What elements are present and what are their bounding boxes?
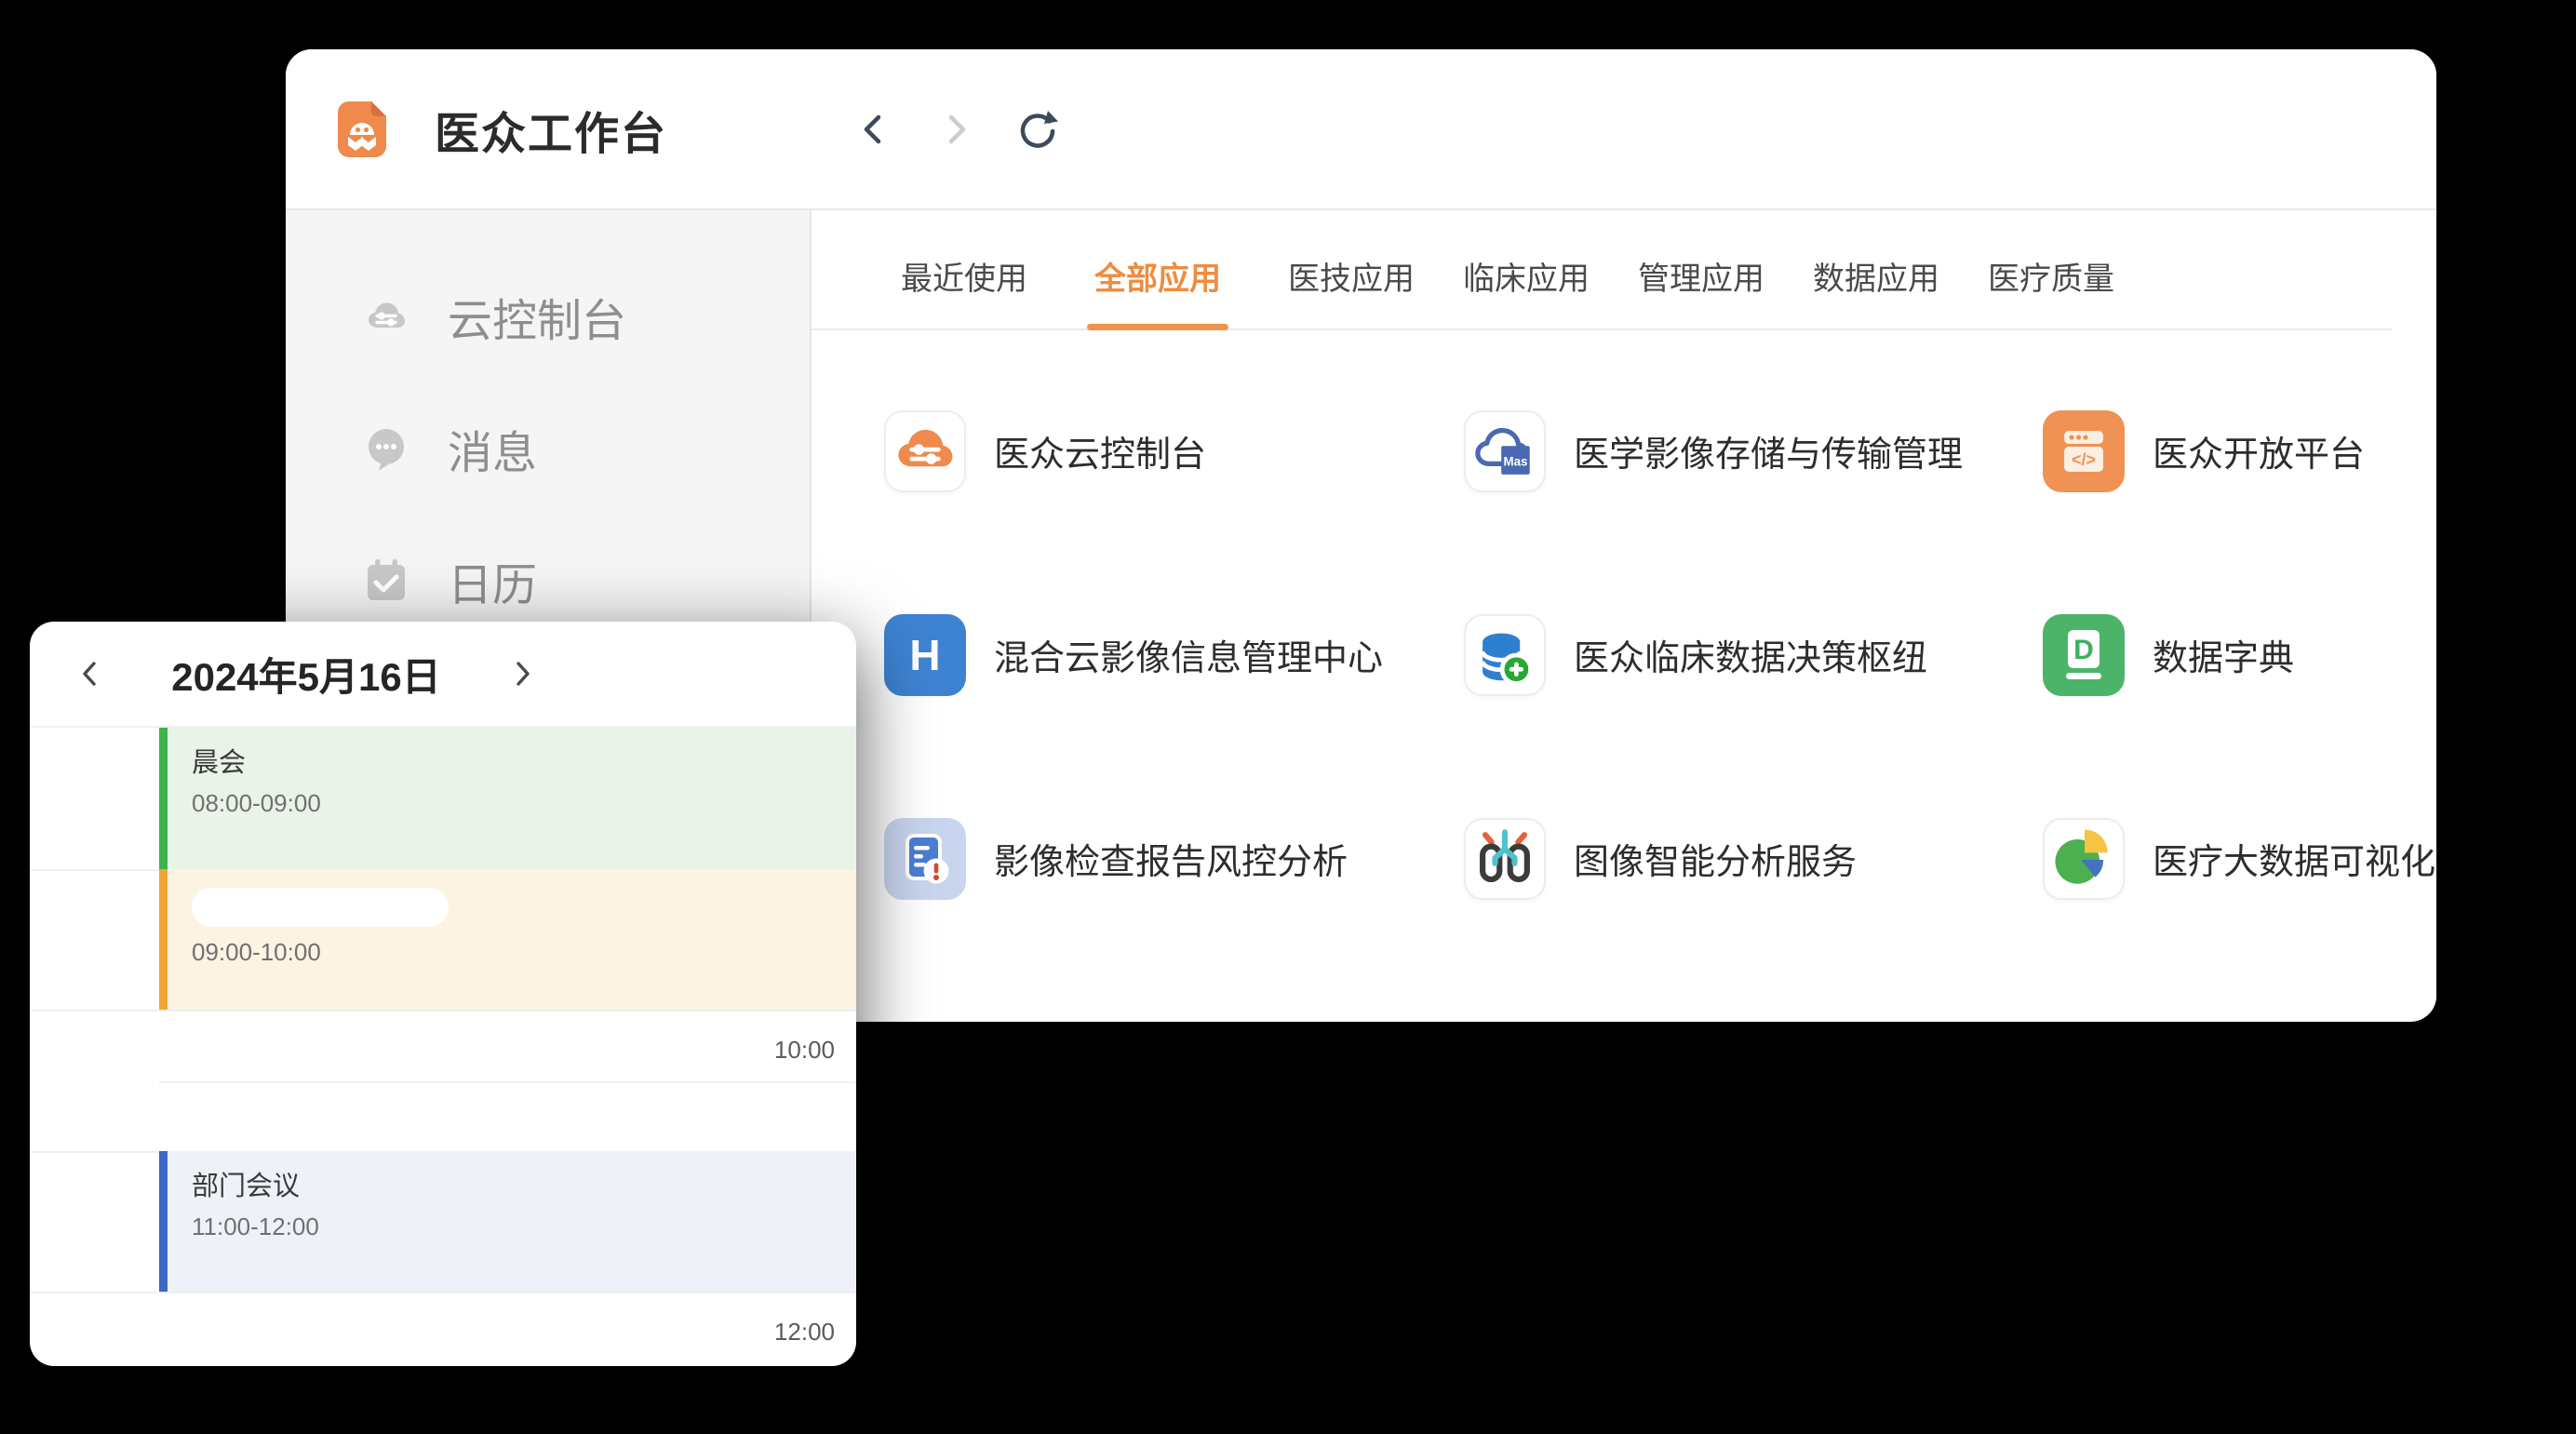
letter-h-tile-icon: H — [884, 614, 966, 696]
report-warning-icon — [884, 818, 966, 900]
tab-all-apps[interactable]: 全部应用 — [1093, 223, 1223, 328]
tab-recently-used[interactable]: 最近使用 — [899, 223, 1029, 328]
chevron-right-icon — [935, 109, 976, 150]
tab-bar: 最近使用 全部应用 医技应用 临床应用 管理应用 数据应用 医疗质量 — [812, 210, 2392, 330]
pie-chart-icon — [2043, 818, 2125, 900]
code-window-icon: </> — [2043, 410, 2125, 492]
event-title: 部门会议 — [192, 1168, 856, 1205]
app-hybrid-cloud-center[interactable]: H 混合云影像信息管理中心 — [884, 553, 1464, 757]
app-data-dictionary[interactable]: D 数据字典 — [2043, 553, 2399, 757]
message-bubble-icon — [360, 422, 412, 475]
calendar-date-title: 2024年5月16日 — [111, 646, 502, 703]
calendar-event-morning-meeting[interactable]: 晨会 08:00-09:00 — [159, 728, 856, 869]
svg-text:D: D — [2073, 635, 2094, 665]
svg-text:Mas: Mas — [1503, 454, 1527, 468]
app-name: 医疗大数据可视化 — [2153, 833, 2435, 884]
sidebar-item-label: 云控制台 — [448, 284, 626, 349]
blue-cloud-badge-icon: Mas — [1464, 410, 1546, 492]
forward-button[interactable] — [933, 107, 978, 152]
app-grid: 医众云控制台 Mas 医学影像存储与传输管理 — [812, 330, 2436, 960]
tab-data-apps[interactable]: 数据应用 — [1811, 223, 1941, 328]
orange-cloud-sliders-icon — [884, 410, 966, 492]
sidebar-item-cloud-console[interactable]: 云控制台 — [286, 270, 810, 363]
app-name: 图像智能分析服务 — [1574, 833, 1857, 884]
tab-clinical-apps[interactable]: 临床应用 — [1461, 223, 1591, 328]
svg-text:</>: </> — [2072, 450, 2096, 469]
event-time-range: 09:00-10:00 — [192, 938, 856, 967]
database-plus-icon — [1464, 614, 1546, 696]
app-name: 影像检查报告风控分析 — [994, 833, 1348, 884]
chevron-left-icon — [74, 658, 106, 690]
calendar-row-10: 10:00 — [30, 1010, 856, 1151]
tab-management-apps[interactable]: 管理应用 — [1636, 223, 1766, 328]
dictionary-book-icon: D — [2043, 614, 2125, 696]
content-area: 最近使用 全部应用 医技应用 临床应用 管理应用 数据应用 医疗质量 — [812, 210, 2436, 1020]
time-label: 10:00 — [774, 1036, 835, 1065]
refresh-button[interactable] — [1015, 107, 1060, 152]
app-image-ai-analysis[interactable]: 图像智能分析服务 — [1464, 757, 2043, 960]
event-time-range: 08:00-09:00 — [192, 789, 856, 818]
calendar-event-redacted[interactable]: 09:00-10:00 — [159, 869, 856, 1011]
redacted-event-title-pill — [192, 888, 449, 927]
tab-medtech-apps[interactable]: 医技应用 — [1286, 223, 1416, 328]
app-open-platform[interactable]: </> 医众开放平台 — [2043, 349, 2399, 553]
calendar-check-icon — [360, 555, 412, 607]
window-header: 医众工作台 — [286, 49, 2436, 210]
back-button[interactable] — [852, 107, 896, 152]
refresh-icon — [1015, 107, 1060, 152]
app-name: 数据字典 — [2153, 629, 2294, 680]
nav-controls — [852, 107, 1060, 152]
calendar-day-grid: 08:00 09:00 10:00 11:00 12:00 晨会 08:00-0… — [30, 728, 856, 1366]
half-hour-gridline — [159, 1081, 856, 1083]
app-report-risk-analysis[interactable]: 影像检查报告风控分析 — [884, 757, 1464, 960]
app-big-data-visualization[interactable]: 医疗大数据可视化 — [2043, 757, 2399, 960]
calendar-event-department-meeting[interactable]: 部门会议 11:00-12:00 — [159, 1151, 856, 1293]
sidebar-item-messages[interactable]: 消息 — [286, 402, 810, 495]
chevron-right-icon — [506, 658, 538, 690]
app-name: 医众开放平台 — [2153, 425, 2365, 476]
calendar-panel: 2024年5月16日 08:00 09:00 10:00 11:00 — [30, 622, 856, 1366]
cloud-console-icon — [360, 290, 412, 342]
calendar-next-button[interactable] — [502, 653, 543, 694]
app-cloud-console[interactable]: 医众云控制台 — [884, 349, 1464, 553]
time-label: 12:00 — [774, 1318, 835, 1347]
lungs-analysis-icon — [1464, 818, 1546, 900]
window-title: 医众工作台 — [435, 97, 667, 162]
sidebar-item-calendar[interactable]: 日历 — [286, 534, 810, 627]
app-name: 医众云控制台 — [994, 425, 1206, 476]
calendar-row-12: 12:00 — [30, 1292, 856, 1366]
app-medical-image-storage[interactable]: Mas 医学影像存储与传输管理 — [1464, 349, 2043, 553]
chevron-left-icon — [853, 109, 894, 150]
app-name: 医众临床数据决策枢纽 — [1574, 629, 1927, 680]
app-name: 混合云影像信息管理中心 — [994, 629, 1383, 680]
desktop-background: 医众工作台 — [0, 0, 2576, 1434]
tab-medical-quality[interactable]: 医疗质量 — [1986, 223, 2116, 328]
sidebar-item-label: 消息 — [448, 416, 537, 481]
app-name: 医学影像存储与传输管理 — [1574, 425, 1963, 476]
event-title: 晨会 — [192, 744, 856, 782]
sidebar-item-label: 日历 — [448, 548, 537, 613]
calendar-prev-button[interactable] — [70, 653, 111, 694]
app-logo-icon — [329, 96, 396, 163]
calendar-header: 2024年5月16日 — [30, 622, 856, 728]
event-time-range: 11:00-12:00 — [192, 1213, 856, 1241]
app-clinical-data-hub[interactable]: 医众临床数据决策枢纽 — [1464, 553, 2043, 757]
